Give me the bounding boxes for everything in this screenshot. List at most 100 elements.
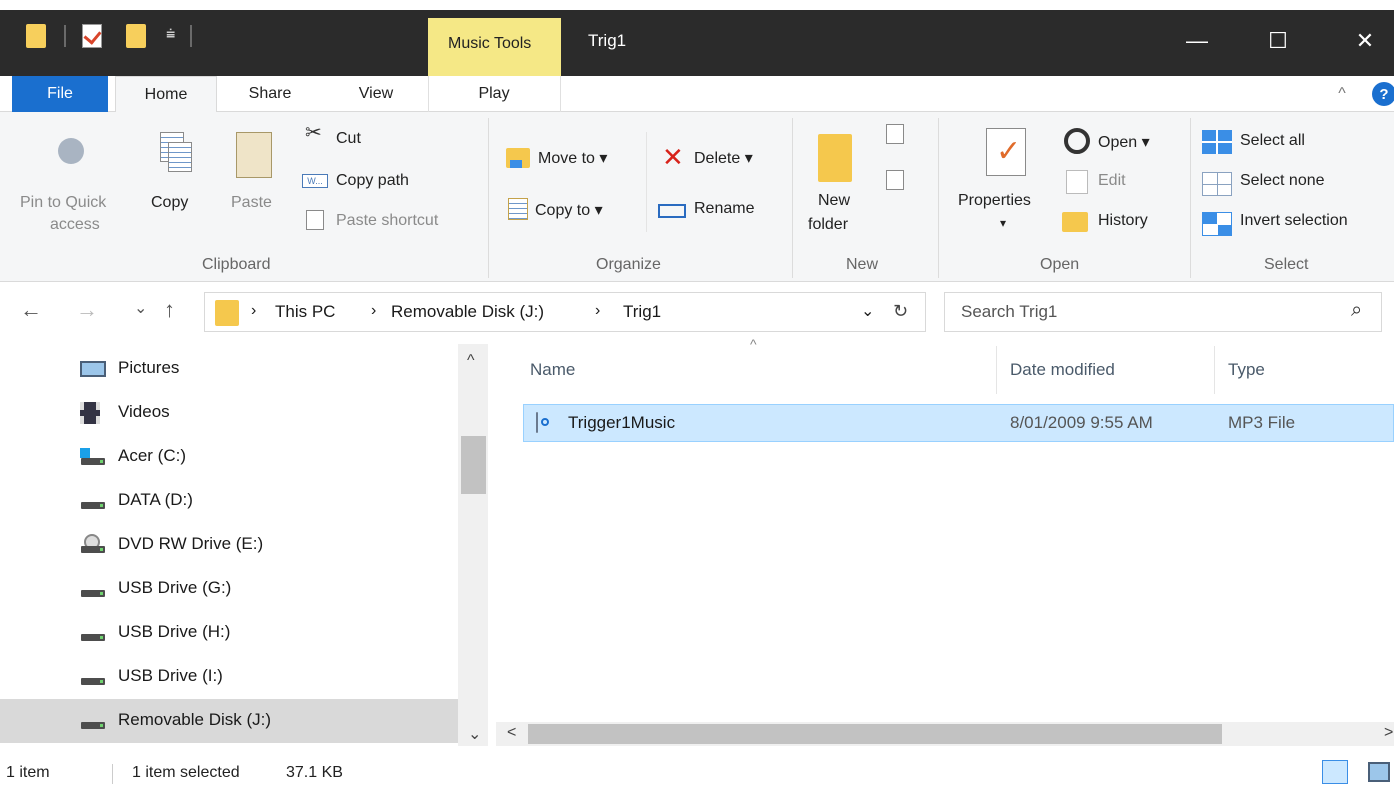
music-tools-label: Music Tools [448, 35, 532, 52]
new-folder-icon[interactable] [818, 134, 852, 182]
select-none-icon [1202, 172, 1232, 196]
copy-button[interactable]: Copy [151, 194, 188, 212]
delete-button[interactable]: Delete ▾ [694, 148, 753, 168]
horizontal-scrollbar-thumb[interactable] [528, 724, 1222, 744]
file-name: Trigger1Music [568, 413, 676, 432]
breadcrumb-trig1[interactable]: Trig1 [623, 302, 661, 322]
new-folder-label-2[interactable]: folder [808, 216, 848, 234]
tab-file[interactable]: File [12, 76, 108, 112]
paste-button[interactable]: Paste [231, 194, 272, 212]
search-box[interactable]: Search Trig1 ⌕ [944, 292, 1382, 332]
search-input[interactable]: Search Trig1 [961, 302, 1057, 322]
copy-path-button[interactable]: Copy path [336, 172, 409, 190]
rename-button[interactable]: Rename [694, 200, 754, 218]
usb-drive-icon [81, 634, 105, 641]
address-dropdown-icon[interactable]: ⌄ [861, 301, 874, 321]
new-folder-label-1[interactable]: New [818, 192, 850, 210]
copy-to-button[interactable]: Copy to ▾ [535, 200, 603, 220]
maximize-button[interactable]: ☐ [1249, 18, 1307, 64]
open-button[interactable]: Open ▾ [1098, 132, 1150, 152]
select-all-button[interactable]: Select all [1240, 132, 1305, 150]
up-button[interactable]: ↑ [164, 297, 175, 323]
collapse-ribbon-icon[interactable]: ^ [1330, 76, 1354, 112]
paste-shortcut-button[interactable]: Paste shortcut [336, 212, 438, 230]
column-header-date[interactable]: Date modified [1010, 360, 1115, 380]
pin-quick-access-label-1[interactable]: Pin to Quick [20, 194, 106, 212]
breadcrumb-separator: › [251, 302, 257, 319]
open-group-label: Open [1040, 256, 1080, 273]
pictures-icon [80, 361, 106, 377]
ribbon: Pin to Quick access Copy Paste ✂ Cut W..… [0, 112, 1394, 282]
cut-button[interactable]: Cut [336, 130, 361, 148]
column-separator[interactable] [996, 346, 997, 394]
breadcrumb-separator: › [595, 302, 601, 319]
videos-icon [80, 402, 100, 424]
scroll-down-icon[interactable]: ⌄ [468, 724, 481, 744]
scroll-left-icon[interactable]: < [507, 724, 516, 742]
folder-icon [215, 300, 239, 326]
nav-scrollbar[interactable] [458, 344, 488, 746]
nav-item-pictures[interactable]: Pictures [80, 348, 179, 388]
address-bar[interactable]: › This PC › Removable Disk (J:) › Trig1 … [204, 292, 926, 332]
paste-icon[interactable] [236, 132, 272, 178]
history-button[interactable]: History [1098, 212, 1148, 230]
new-item-icon[interactable] [886, 124, 904, 144]
nav-item-acer[interactable]: Acer (C:) [80, 436, 186, 476]
easy-access-icon[interactable] [886, 170, 904, 190]
nav-item-usb-g[interactable]: USB Drive (G:) [80, 568, 231, 608]
properties-dropdown-icon[interactable]: ▾ [1000, 216, 1006, 230]
new-folder-quick-access-icon[interactable] [126, 24, 146, 48]
column-header-type[interactable]: Type [1228, 360, 1265, 380]
search-icon[interactable]: ⌕ [1351, 299, 1362, 322]
rename-icon [658, 204, 686, 218]
separator [64, 25, 66, 47]
large-icons-view-icon[interactable] [1368, 762, 1390, 782]
nav-item-usb-h[interactable]: USB Drive (H:) [80, 612, 230, 652]
tab-home[interactable]: Home [115, 76, 217, 113]
pin-quick-access-label-2[interactable]: access [50, 216, 100, 234]
properties-quick-access-icon[interactable] [82, 24, 102, 48]
tab-share[interactable]: Share [230, 76, 310, 112]
nav-item-dvd[interactable]: DVD RW Drive (E:) [80, 524, 263, 564]
close-button[interactable]: ✕ [1336, 18, 1394, 64]
nav-item-videos[interactable]: Videos [80, 392, 170, 432]
breadcrumb-separator: › [371, 302, 377, 319]
breadcrumb-removable-disk[interactable]: Removable Disk (J:) [391, 302, 544, 322]
tab-view[interactable]: View [336, 76, 416, 112]
nav-item-label: Pictures [118, 358, 180, 377]
invert-selection-button[interactable]: Invert selection [1240, 212, 1348, 230]
selection-info: 1 item selected [132, 764, 240, 781]
nav-item-data[interactable]: DATA (D:) [80, 480, 193, 520]
nav-item-label: USB Drive (I:) [118, 666, 223, 685]
edit-button[interactable]: Edit [1098, 172, 1126, 190]
file-row[interactable]: Trigger1Music 8/01/2009 9:55 AM MP3 File [523, 404, 1394, 442]
forward-button[interactable]: → [76, 297, 98, 323]
minimize-button[interactable]: — [1168, 18, 1226, 64]
status-separator [112, 764, 113, 784]
music-tools-contextual-tab[interactable]: Music Tools [428, 18, 561, 76]
column-separator[interactable] [1214, 346, 1215, 394]
scroll-up-icon[interactable]: ^ [467, 352, 475, 370]
folder-icon [26, 24, 46, 48]
move-to-button[interactable]: Move to ▾ [538, 148, 607, 168]
refresh-icon[interactable]: ↻ [893, 301, 908, 322]
usb-drive-icon [81, 678, 105, 685]
breadcrumb-this-pc[interactable]: This PC [275, 302, 335, 322]
help-icon[interactable]: ? [1372, 82, 1394, 106]
nav-item-label: DATA (D:) [118, 490, 193, 509]
recent-locations-icon[interactable]: ⌄ [134, 298, 147, 318]
cut-icon[interactable]: ✂ [305, 120, 322, 145]
customize-quick-access-icon[interactable]: ⩧ [166, 26, 175, 44]
tab-play[interactable]: Play [456, 76, 532, 112]
back-button[interactable]: ← [20, 297, 42, 323]
nav-scrollbar-thumb[interactable] [461, 436, 486, 494]
select-none-button[interactable]: Select none [1240, 172, 1325, 190]
column-header-name[interactable]: Name [530, 360, 575, 380]
nav-item-usb-i[interactable]: USB Drive (I:) [80, 656, 223, 696]
scroll-right-icon[interactable]: > [1384, 724, 1393, 742]
details-view-icon[interactable] [1322, 760, 1348, 784]
nav-item-removable-disk[interactable]: Removable Disk (J:) [80, 700, 271, 740]
nav-item-label: Removable Disk (J:) [118, 710, 272, 729]
properties-button[interactable]: Properties [958, 192, 1031, 210]
select-group-label: Select [1264, 256, 1309, 273]
